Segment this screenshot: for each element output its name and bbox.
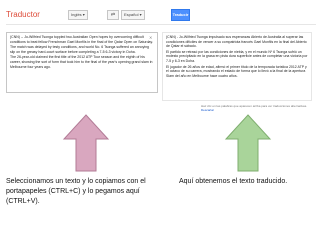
source-text-input[interactable]: (CNN) -- Jo-Wilfried Tsonga toppled two … bbox=[6, 32, 158, 93]
caption-left: Seleccionamos un texto y lo copiamos con… bbox=[6, 178, 146, 205]
clear-text-icon[interactable]: ✕ bbox=[149, 35, 152, 40]
caption-right: Aquí obtenemos el texto traducido. bbox=[179, 178, 288, 185]
source-paragraph: (CNN) -- Jo-Wilfried Tsonga toppled two … bbox=[10, 35, 153, 44]
up-arrow-right bbox=[224, 114, 272, 172]
translated-paragraph[interactable]: El jugador de 26 años de edad, afirmó el… bbox=[166, 65, 308, 79]
swap-languages-button[interactable]: ⇄ bbox=[107, 10, 119, 20]
toolbar: Traductor Inglés ▾ ⇄ Español ▾ Traducir bbox=[6, 8, 316, 25]
translate-button[interactable]: Traducir bbox=[171, 9, 190, 21]
target-language-label: Español bbox=[124, 12, 139, 17]
translation-output: (CNN) - Jo-Wilfried Tsonga impulsado sus… bbox=[162, 32, 312, 101]
source-language-select[interactable]: Inglés ▾ bbox=[68, 10, 88, 20]
source-paragraph: The 26-year-old claimed the first title … bbox=[10, 55, 153, 69]
hint-text: Haz clic en las palabras que aparecen ar… bbox=[201, 104, 308, 108]
source-language-label: Inglés bbox=[71, 12, 82, 17]
alternative-translations-hint: Haz clic en las palabras que aparecen ar… bbox=[201, 104, 320, 112]
target-language-select[interactable]: Español ▾ bbox=[121, 10, 145, 20]
dismiss-hint-link[interactable]: Descartar bbox=[201, 108, 214, 112]
translated-paragraph[interactable]: El partido se retrasó por las condicione… bbox=[166, 50, 308, 64]
app-title: Traductor bbox=[6, 10, 40, 19]
source-paragraph: The match was delayed by testy condition… bbox=[10, 45, 149, 54]
translated-paragraph[interactable]: (CNN) - Jo-Wilfried Tsonga impulsado sus… bbox=[166, 35, 308, 49]
up-arrow-left bbox=[62, 114, 110, 172]
